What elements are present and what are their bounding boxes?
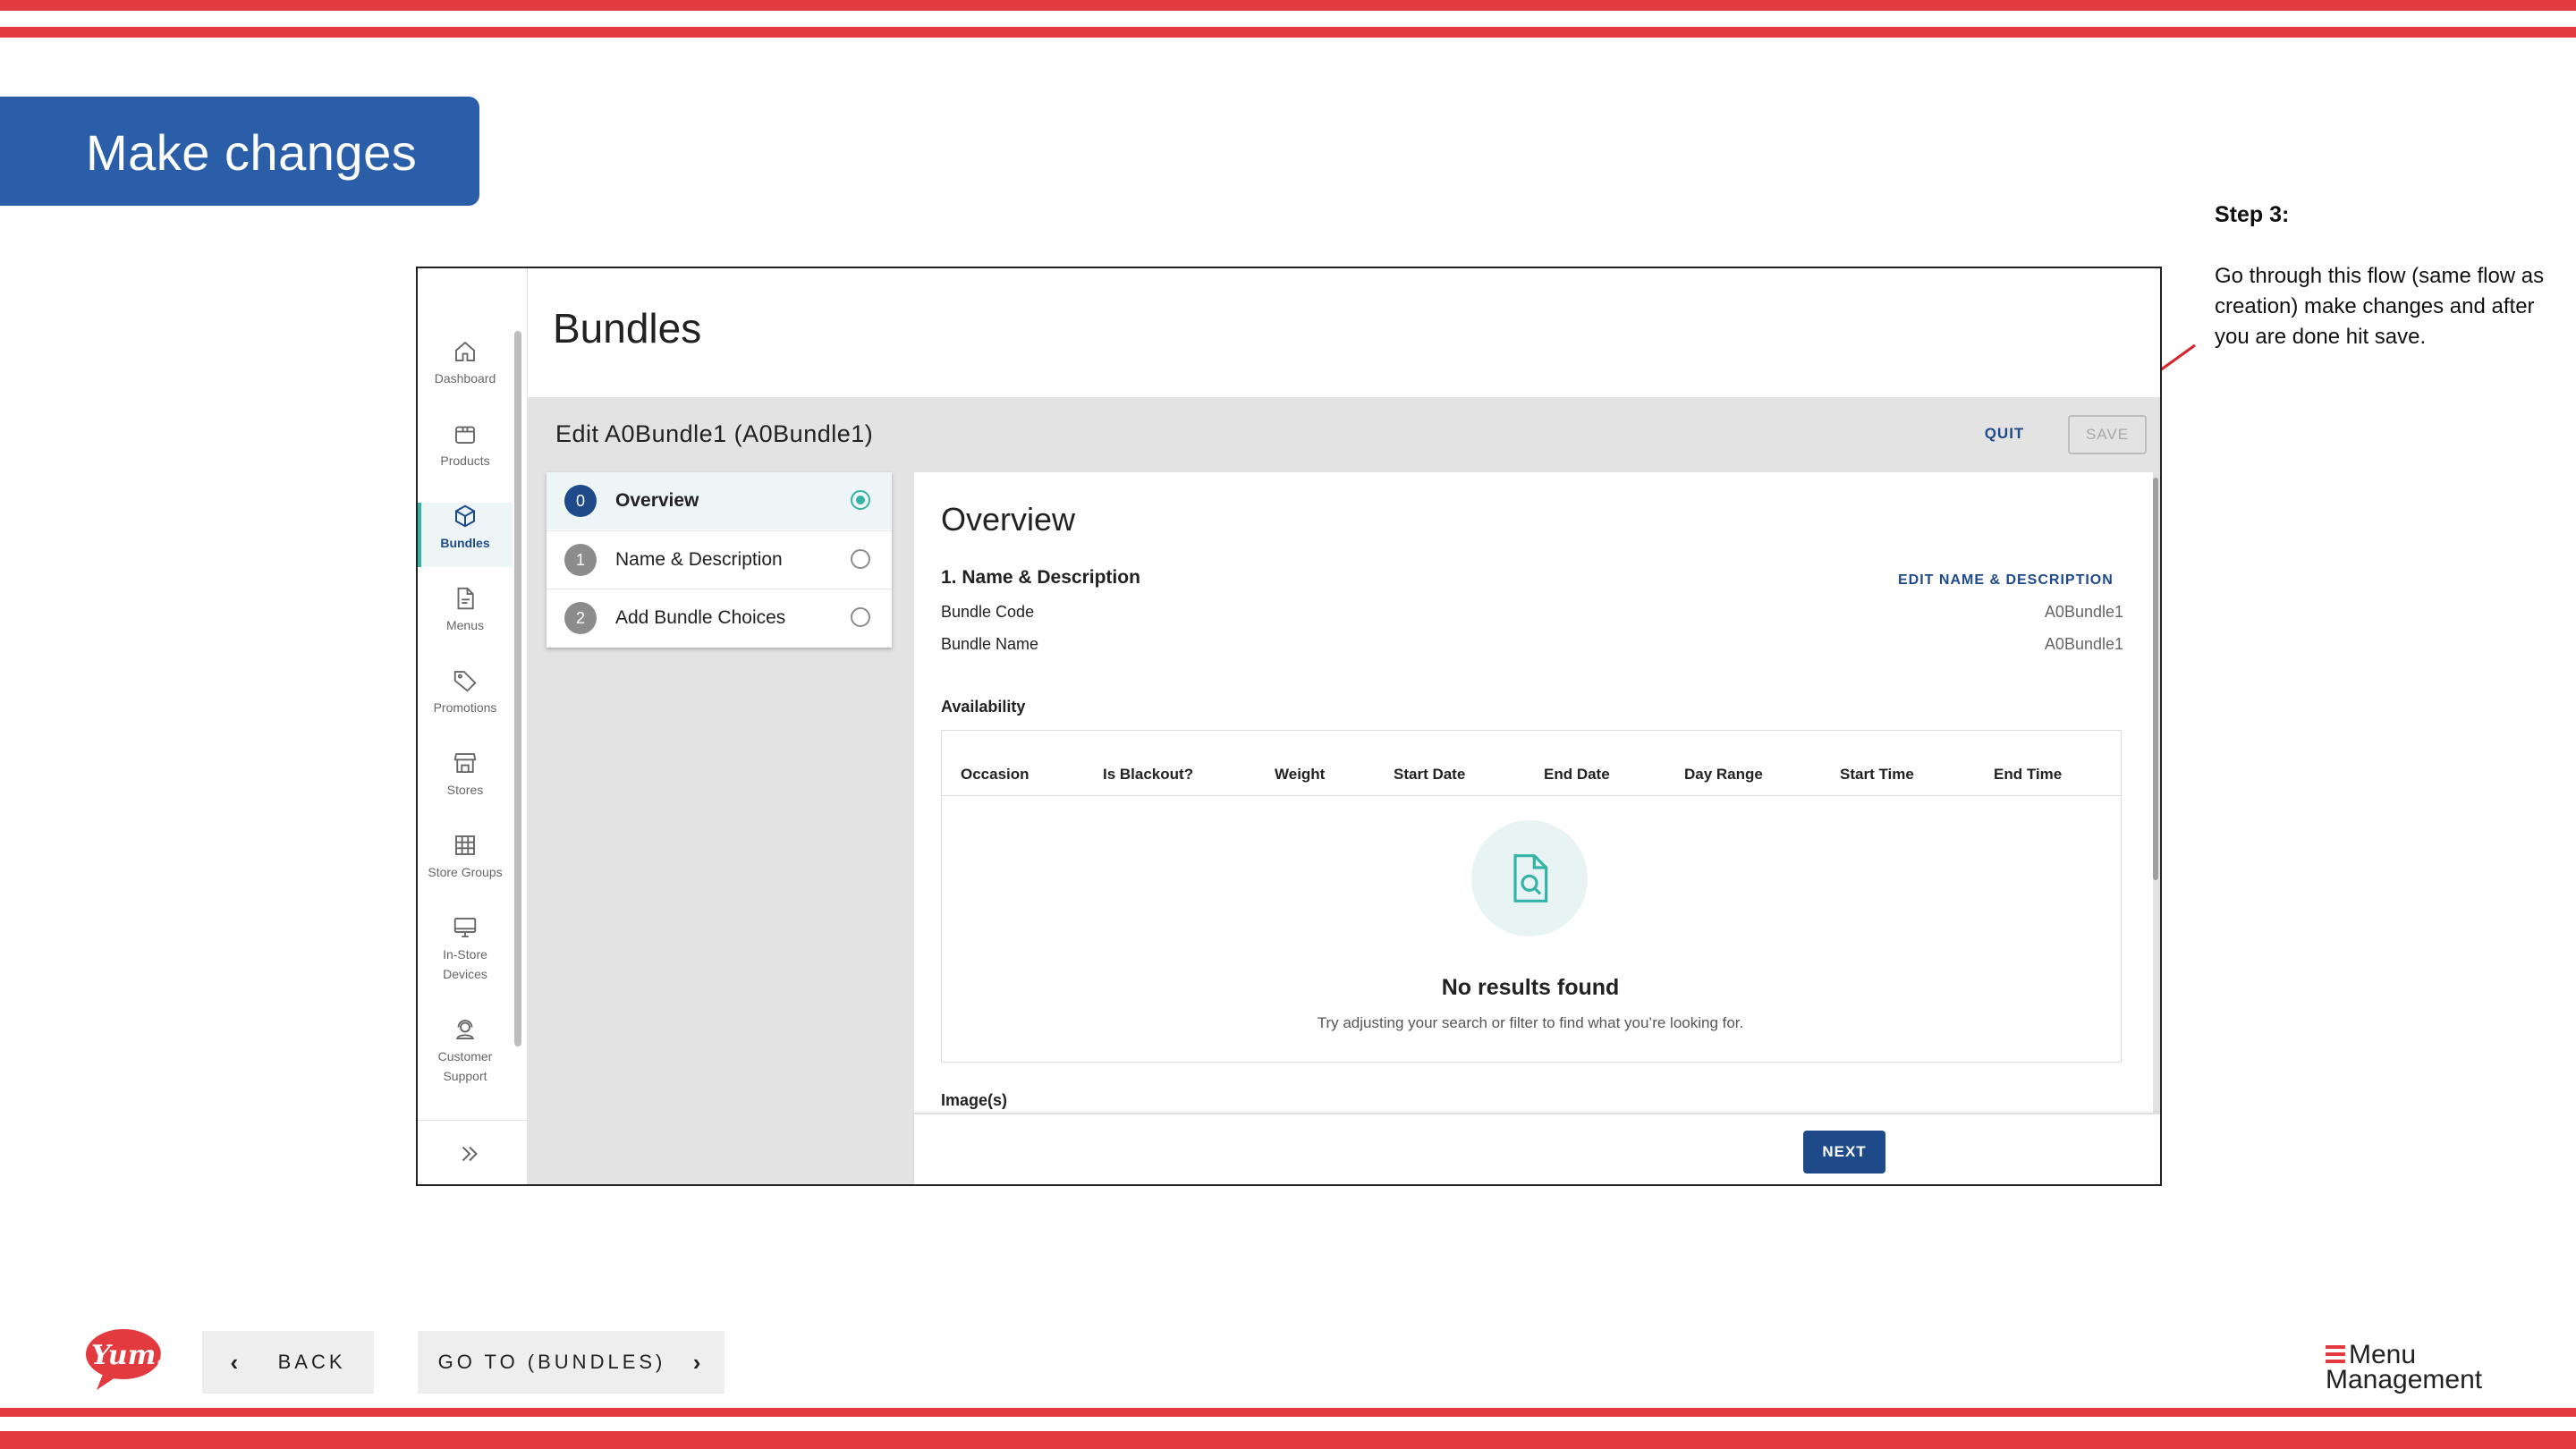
top-stripe-1	[0, 0, 2576, 11]
slide-title: Make changes	[86, 124, 418, 181]
grid-icon	[455, 835, 475, 855]
app-window: Dashboard Products Bundles Menus Promoti…	[416, 267, 2162, 1186]
chevron-right-icon: ›	[692, 1348, 705, 1376]
back-button-label: BACK	[277, 1351, 346, 1373]
sidebar-item-label: Bundles	[440, 536, 490, 550]
go-to-bundles-label: GO TO (BUNDLES)	[437, 1351, 666, 1373]
next-button[interactable]: NEXT	[1803, 1131, 1885, 1174]
step-number: 0	[564, 485, 597, 517]
slide-title-banner: Make changes	[0, 97, 479, 206]
column-header-end-date[interactable]: End Date	[1544, 766, 1610, 784]
save-button[interactable]: SAVE	[2068, 415, 2147, 454]
sidebar-item-label: Store Groups	[428, 865, 503, 879]
logo-line-management: Management	[2326, 1365, 2483, 1394]
step-radio-selected[interactable]	[851, 490, 870, 510]
column-header-weight[interactable]: Weight	[1275, 766, 1325, 784]
sidebar-item-label: Support	[443, 1069, 487, 1083]
sidebar-item-stores[interactable]: Stores	[418, 750, 513, 800]
sidebar-scrollbar[interactable]	[514, 331, 521, 1046]
panel-scrollbar[interactable]	[2153, 478, 2158, 880]
sidebar-item-dashboard[interactable]: Dashboard	[418, 338, 513, 388]
monitor-icon	[453, 918, 477, 937]
box-icon	[455, 426, 475, 444]
sidebar-item-menus[interactable]: Menus	[418, 585, 513, 635]
edit-title: Edit A0Bundle1 (A0Bundle1)	[555, 420, 874, 447]
cube-icon	[455, 504, 475, 528]
column-header-start-date[interactable]: Start Date	[1394, 766, 1465, 784]
bundle-code-label: Bundle Code	[941, 603, 1035, 621]
step-label: Add Bundle Choices	[615, 607, 786, 628]
step-number: 1	[564, 544, 597, 576]
document-icon	[457, 587, 474, 610]
yum-logo-text: Yum!	[91, 1340, 168, 1371]
step-name-description[interactable]: 1 Name & Description	[547, 530, 892, 589]
step-radio[interactable]	[851, 549, 870, 569]
step-number: 2	[564, 602, 597, 634]
sidebar-item-products[interactable]: Products	[418, 420, 513, 470]
step-add-bundle-choices[interactable]: 2 Add Bundle Choices	[547, 589, 892, 647]
sidebar-item-label: In-Store	[443, 947, 487, 962]
bottom-stripe-1	[0, 1408, 2576, 1417]
bundle-name-label: Bundle Name	[941, 635, 1039, 653]
sidebar-item-label: Dashboard	[434, 371, 496, 386]
step-label: Name & Description	[615, 549, 783, 570]
sidebar-nav: Dashboard Products Bundles Menus Promoti…	[418, 268, 528, 1184]
sidebar-item-label: Promotions	[433, 700, 497, 715]
yum-logo: Yum!	[82, 1327, 168, 1392]
section-title-name-description: 1. Name & Description	[941, 567, 1140, 588]
sidebar-item-label: Menus	[445, 618, 485, 632]
back-button[interactable]: ‹ BACK	[202, 1331, 374, 1394]
sidebar-expand-area	[418, 1120, 527, 1184]
store-icon	[453, 753, 477, 773]
go-to-bundles-button[interactable]: GO TO (BUNDLES) ›	[418, 1331, 724, 1394]
support-icon	[456, 1020, 474, 1039]
bottom-stripe-2	[0, 1431, 2576, 1449]
edit-name-description-link[interactable]: EDIT NAME & DESCRIPTION	[1898, 572, 2114, 589]
menu-management-logo: Menu Management	[2326, 1340, 2496, 1395]
sidebar-item-label: Customer	[437, 1049, 493, 1063]
sidebar-item-label: Stores	[446, 783, 484, 797]
column-header-is-blackout[interactable]: Is Blackout?	[1103, 766, 1193, 784]
availability-title: Availability	[941, 698, 1026, 716]
home-icon	[455, 341, 475, 361]
sidebar-item-customer-support[interactable]: Customer Support	[418, 1016, 513, 1086]
column-header-day-range[interactable]: Day Range	[1684, 766, 1763, 784]
empty-state-subtitle: Try adjusting your search or filter to f…	[1317, 1014, 1744, 1031]
page-title: Bundles	[553, 305, 702, 352]
empty-state-title: No results found	[1441, 975, 1620, 1000]
sidebar-item-store-groups[interactable]: Store Groups	[418, 832, 513, 882]
step-label: Overview	[615, 490, 699, 511]
bundle-name-value: A0Bundle1	[2044, 635, 2123, 653]
step-radio[interactable]	[851, 607, 870, 627]
document-search-icon	[1513, 854, 1548, 902]
bundle-code-value: A0Bundle1	[2044, 603, 2123, 621]
sidebar-item-promotions[interactable]: Promotions	[418, 667, 513, 717]
chevron-left-icon: ‹	[230, 1348, 242, 1376]
top-stripe-2	[0, 27, 2576, 38]
tag-icon	[453, 671, 477, 692]
double-chevron-right-icon[interactable]	[456, 1140, 483, 1167]
sidebar-item-label: Devices	[443, 967, 487, 981]
column-header-end-time[interactable]: End Time	[1994, 766, 2062, 784]
images-section-title: Image(s)	[941, 1091, 1008, 1109]
quit-button[interactable]: QUIT	[1969, 413, 2040, 454]
step-title: Step 3:	[2215, 202, 2290, 227]
step-overview[interactable]: 0 Overview	[547, 472, 892, 530]
column-header-start-time[interactable]: Start Time	[1840, 766, 1914, 784]
table-header-divider	[942, 795, 2121, 796]
step-description: Go through this flow (same flow as creat…	[2215, 264, 2545, 349]
column-header-occasion[interactable]: Occasion	[961, 766, 1030, 784]
sidebar-item-bundles[interactable]: Bundles	[418, 503, 513, 553]
sidebar-item-label: Products	[440, 453, 490, 468]
panel-footer	[914, 1113, 2160, 1184]
stepper-card: 0 Overview 1 Name & Description 2 Add Bu…	[547, 472, 892, 648]
overview-title: Overview	[941, 501, 1076, 538]
empty-state-circle	[1471, 820, 1588, 936]
sidebar-item-in-store-devices[interactable]: In-Store Devices	[418, 914, 513, 984]
